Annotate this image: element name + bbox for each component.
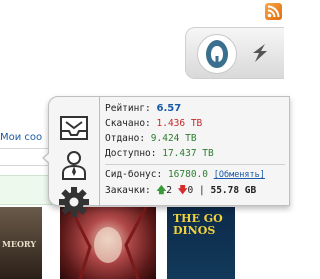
uploaded-value: 9.424 TB: [150, 133, 197, 144]
rating-row: Рейтинг: 6.57: [105, 101, 285, 116]
rss-icon[interactable]: [265, 3, 282, 20]
downloads-row: Закачки: 🡅2 🡇0 | 55.78 GB: [105, 183, 285, 198]
poster-title: THE GO DINOS: [173, 212, 223, 237]
exchange-link[interactable]: [Обменять]: [214, 170, 265, 180]
popup-icon-column: [49, 97, 100, 217]
rating-label: Рейтинг:: [105, 103, 151, 114]
bonus-label: Сид-бонус:: [105, 169, 163, 180]
available-value: 17.437 TB: [162, 148, 214, 159]
downloaded-label: Скачано:: [105, 118, 151, 129]
uploaded-row: Отдано: 9.424 TB: [105, 131, 285, 146]
poster-memory[interactable]: MEORY: [0, 207, 42, 279]
downloaded-value: 1.436 TB: [156, 118, 203, 129]
poster-dinos[interactable]: THE GO DINOS: [167, 207, 235, 279]
left-green-panel: [0, 175, 52, 205]
rating-value: 6.57: [156, 103, 182, 114]
total-size: 55.78 GB: [210, 185, 257, 196]
bonus-value: 16780.0: [167, 169, 208, 180]
seeding-count[interactable]: 2: [166, 185, 172, 196]
leeching-count[interactable]: 0: [188, 185, 194, 196]
downloads-label: Закачки:: [105, 185, 151, 196]
header-user-box: [185, 27, 284, 79]
available-row: Доступно: 17.437 TB: [105, 146, 285, 161]
available-label: Доступно:: [105, 148, 157, 159]
gear-icon[interactable]: [58, 186, 90, 218]
inbox-icon[interactable]: [58, 113, 90, 145]
leeching-arrow-icon: 🡇: [177, 185, 188, 196]
seeding-arrow-icon: 🡅: [156, 185, 167, 196]
stats-divider: [105, 164, 285, 165]
stats-panel: Рейтинг: 6.57 Скачано: 1.436 TB Отдано: …: [105, 101, 285, 198]
user-stats-popup: Рейтинг: 6.57 Скачано: 1.436 TB Отдано: …: [42, 96, 290, 217]
bonus-row: Сид-бонус: 16780.0 [Обменять]: [105, 167, 285, 183]
poster-title: MEORY: [2, 239, 37, 249]
uploaded-label: Отдано:: [105, 133, 146, 144]
downloaded-row: Скачано: 1.436 TB: [105, 116, 285, 131]
back-arrow-icon[interactable]: [245, 38, 273, 68]
messages-link[interactable]: Мои соо: [0, 132, 52, 148]
site-logo-icon[interactable]: [197, 34, 237, 74]
downloads-separator: |: [199, 185, 205, 196]
user-profile-icon[interactable]: [58, 149, 90, 181]
